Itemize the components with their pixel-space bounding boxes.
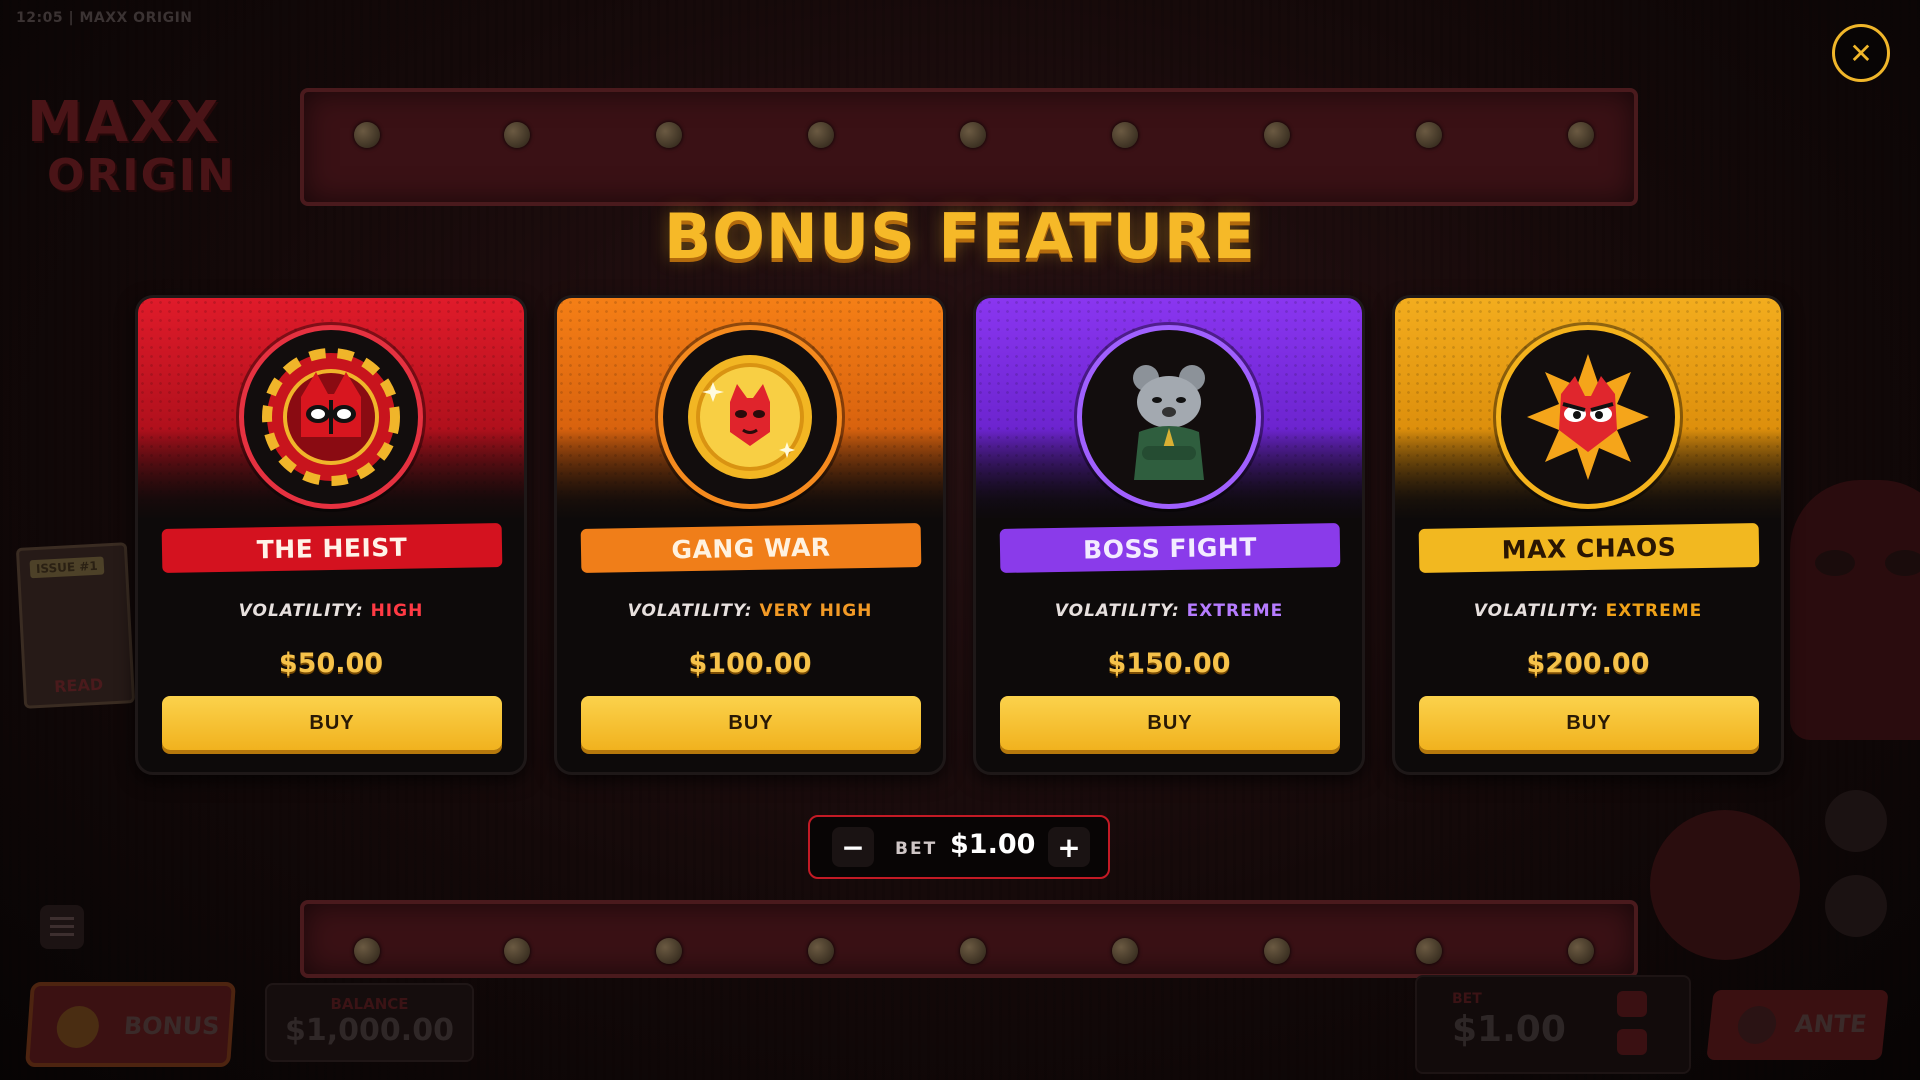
bonus-card-max-chaos: MAX CHAOS VOLATILITY: EXTREME $200.00 BU… (1392, 295, 1784, 775)
close-icon: ✕ (1849, 36, 1873, 70)
chaos-burst-icon-art (1527, 354, 1649, 480)
game-logo: MAXX ORIGIN (22, 60, 234, 210)
bet-value: $1.00 (950, 829, 1036, 860)
comic-read-label: READ (53, 674, 104, 697)
card-title-ribbon: MAX CHAOS (1418, 523, 1760, 573)
buy-button-the-heist[interactable]: BUY (162, 696, 502, 750)
marquee-bulb (1568, 122, 1594, 148)
marquee-bulb (1416, 938, 1442, 964)
status-game-name: MAXX ORIGIN (79, 10, 193, 26)
volatility-label: VOLATILITY: (1473, 601, 1599, 621)
bet-increase-button[interactable]: + (1048, 827, 1090, 867)
card-price: $150.00 (1107, 648, 1231, 679)
volatility-level: EXTREME (1186, 601, 1284, 621)
bet-decrease-button[interactable]: − (832, 827, 874, 867)
marquee-bulb (808, 122, 834, 148)
logo-line-1: MAXX (27, 90, 221, 155)
menu-button[interactable] (40, 905, 84, 949)
mascot-eye (1885, 550, 1920, 576)
turbo-icon[interactable] (1825, 875, 1887, 937)
boss-rat-icon-art (1133, 365, 1205, 480)
bet-label: BET (895, 839, 938, 859)
menu-icon (50, 917, 74, 920)
marquee-bulb (808, 938, 834, 964)
status-bar: 12:05 | MAXX ORIGIN (16, 10, 193, 26)
bonus-card-gang-war: GANG WAR VOLATILITY: VERY HIGH $100.00 B… (554, 295, 946, 775)
bet-panel-label: BET (1452, 991, 1482, 1007)
marquee-bulb (504, 938, 530, 964)
ante-icon (1736, 1006, 1778, 1044)
marquee-bulb (960, 122, 986, 148)
spin-button[interactable] (1650, 810, 1800, 960)
marquee-bulb (1264, 938, 1290, 964)
gold-coin-icon (658, 325, 842, 509)
heist-chip-icon (239, 325, 423, 509)
marquee-bulb (656, 938, 682, 964)
clock: 12:05 (16, 10, 64, 26)
volatility-label: VOLATILITY: (238, 601, 364, 621)
card-volatility: VOLATILITY: VERY HIGH (557, 601, 943, 621)
bonus-buy-button[interactable]: BONUS (25, 982, 236, 1067)
marquee-bulb (1112, 122, 1138, 148)
card-volatility: VOLATILITY: EXTREME (976, 601, 1362, 621)
marquee-bulb (354, 122, 380, 148)
marquee-bulb (354, 938, 380, 964)
volatility-level: EXTREME (1605, 601, 1703, 621)
status-separator: | (68, 10, 75, 26)
bottom-marquee (300, 900, 1638, 978)
chaos-burst-icon (1496, 325, 1680, 509)
card-title-ribbon: THE HEIST (161, 523, 503, 573)
comic-issue-badge: ISSUE #1 (29, 556, 105, 579)
bonus-button-label: BONUS (122, 1012, 221, 1040)
balance-label: BALANCE (330, 995, 409, 1013)
card-title-ribbon: GANG WAR (580, 523, 922, 573)
menu-icon-line (50, 925, 74, 928)
comic-issue-card[interactable]: ISSUE #1 READ (15, 542, 136, 709)
card-price: $200.00 (1526, 648, 1650, 679)
bet-panel: BET $1.00 (1415, 975, 1691, 1074)
marquee-bulb (504, 122, 530, 148)
heist-chip-icon-art (262, 348, 400, 486)
bet-increase-button[interactable] (1617, 991, 1647, 1017)
card-volatility: VOLATILITY: EXTREME (1395, 601, 1781, 621)
mascot-eye (1815, 550, 1855, 576)
close-button[interactable]: ✕ (1832, 24, 1890, 82)
card-title-ribbon: BOSS FIGHT (999, 523, 1341, 573)
marquee-bulb (1264, 122, 1290, 148)
marquee-bulb (960, 938, 986, 964)
card-price: $100.00 (688, 648, 812, 679)
volatility-label: VOLATILITY: (627, 601, 753, 621)
buy-button-boss-fight[interactable]: BUY (1000, 696, 1340, 750)
ante-label: ANTE (1793, 1010, 1869, 1038)
bet-control: − BET $1.00 + (808, 815, 1110, 879)
volatility-level: VERY HIGH (759, 601, 873, 621)
volatility-label: VOLATILITY: (1054, 601, 1180, 621)
autoplay-icon[interactable] (1825, 790, 1887, 852)
bet-panel-value: $1.00 (1452, 1009, 1566, 1050)
volatility-level: HIGH (370, 601, 424, 621)
balance-display: BALANCE $1,000.00 (265, 983, 474, 1062)
buy-button-gang-war[interactable]: BUY (581, 696, 921, 750)
marquee-bulb (1416, 122, 1442, 148)
bet-decrease-button[interactable] (1617, 1029, 1647, 1055)
marquee-bulb (1568, 938, 1594, 964)
bonus-cards: THE HEIST VOLATILITY: HIGH $50.00 BUY GA… (135, 295, 1785, 775)
menu-icon-line (50, 933, 74, 936)
marquee-bulb (1112, 938, 1138, 964)
modal-title: BONUS FEATURE (663, 200, 1257, 273)
card-volatility: VOLATILITY: HIGH (138, 601, 524, 621)
bonus-card-boss-fight: BOSS FIGHT VOLATILITY: EXTREME $150.00 B… (973, 295, 1365, 775)
logo-line-2: ORIGIN (47, 150, 236, 201)
bonus-coin-icon (55, 1006, 101, 1048)
top-marquee (300, 88, 1638, 206)
bonus-card-the-heist: THE HEIST VOLATILITY: HIGH $50.00 BUY (135, 295, 527, 775)
ante-button[interactable]: ANTE (1706, 990, 1889, 1060)
buy-button-max-chaos[interactable]: BUY (1419, 696, 1759, 750)
marquee-bulb (656, 122, 682, 148)
card-price: $50.00 (278, 648, 384, 679)
mascot-character (1790, 480, 1920, 740)
balance-value: $1,000.00 (285, 1013, 454, 1048)
boss-rat-icon (1077, 325, 1261, 509)
gold-coin-icon-art (688, 355, 812, 479)
